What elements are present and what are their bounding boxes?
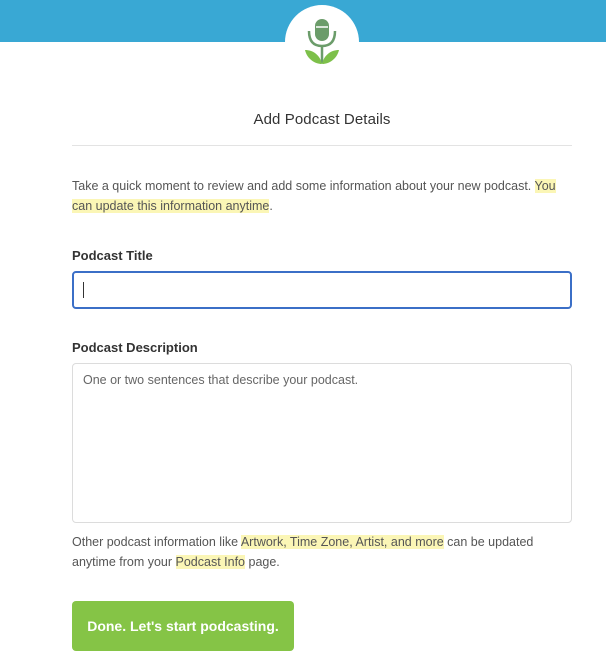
other-info-text-1: Other podcast information like: [72, 535, 241, 549]
intro-text-after: .: [269, 199, 273, 213]
other-info-text: Other podcast information like Artwork, …: [72, 532, 572, 572]
other-info-text-3: page.: [245, 555, 280, 569]
text-cursor: [83, 282, 84, 298]
divider: [72, 145, 572, 146]
other-info-highlight: Artwork, Time Zone, Artist, and more: [240, 535, 444, 549]
intro-text: Take a quick moment to review and add so…: [72, 176, 572, 216]
podcast-title-input[interactable]: [72, 271, 572, 309]
page-title: Add Podcast Details: [253, 111, 391, 128]
podcast-microphone-sprout-icon: [305, 19, 339, 64]
intro-text-before: Take a quick moment to review and add so…: [72, 179, 535, 193]
page: Add Podcast Details Take a quick moment …: [0, 0, 606, 667]
podcast-description-label: Podcast Description: [72, 340, 198, 355]
logo: [285, 5, 359, 79]
podcast-info-link[interactable]: Podcast Info: [175, 555, 246, 569]
podcast-title-label: Podcast Title: [72, 248, 153, 263]
done-start-podcasting-button[interactable]: Done. Let's start podcasting.: [72, 601, 294, 651]
podcast-description-textarea[interactable]: [72, 363, 572, 523]
